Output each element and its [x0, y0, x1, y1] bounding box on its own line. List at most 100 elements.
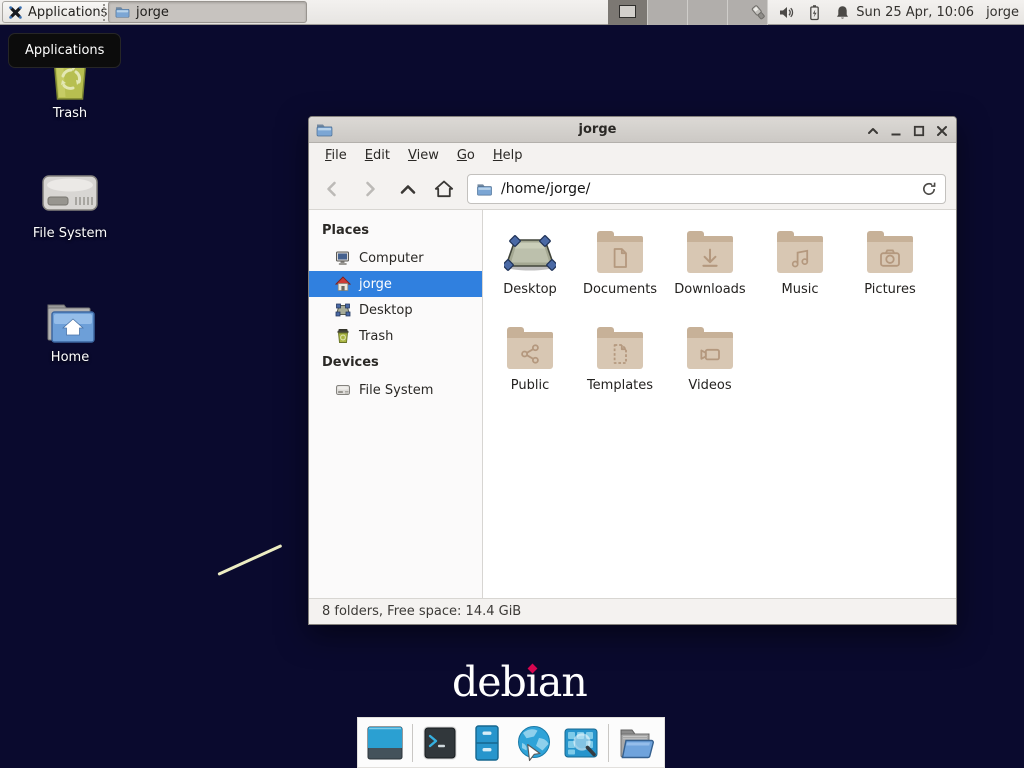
- sidebar-item-label: Trash: [359, 329, 393, 344]
- hard-disk-icon: [41, 170, 99, 216]
- minimize-button[interactable]: [889, 123, 903, 137]
- up-icon: [398, 179, 418, 199]
- menu-file[interactable]: File: [316, 143, 356, 169]
- wallpaper-scratch-line: [217, 544, 282, 576]
- dock-app-finder-icon[interactable]: [561, 723, 601, 763]
- applications-menu-icon: [8, 5, 23, 20]
- debian-logo: debıan: [452, 658, 587, 706]
- shade-button[interactable]: [866, 123, 880, 137]
- forward-button[interactable]: [355, 175, 385, 203]
- file-label: Music: [755, 282, 845, 297]
- file-downloads[interactable]: Downloads: [665, 224, 755, 320]
- up-button[interactable]: [393, 175, 423, 203]
- path-input[interactable]: /home/jorge/: [467, 174, 946, 204]
- folder-publicshare-icon: [485, 320, 575, 370]
- toolbar: /home/jorge/: [309, 169, 956, 210]
- file-pictures[interactable]: Pictures: [845, 224, 935, 320]
- volume-icon[interactable]: [778, 4, 795, 21]
- panel-clock[interactable]: Sun 25 Apr, 10:06: [856, 0, 974, 25]
- logo-text: an: [538, 658, 587, 706]
- file-grid: DesktopDocumentsDownloadsMusicPictures Pu…: [483, 210, 956, 598]
- file-label: Desktop: [485, 282, 575, 297]
- logo-text: deb: [452, 658, 526, 706]
- back-button[interactable]: [317, 175, 347, 203]
- dock: [357, 717, 665, 768]
- home-folder-icon: [44, 300, 96, 344]
- workspace-2[interactable]: [648, 0, 688, 25]
- file-label: Videos: [665, 378, 755, 393]
- window-titlebar[interactable]: jorge: [309, 117, 956, 143]
- file-documents[interactable]: Documents: [575, 224, 665, 320]
- removable-device-icon[interactable]: [750, 4, 767, 21]
- menu-help[interactable]: Help: [484, 143, 532, 169]
- file-label: Public: [485, 378, 575, 393]
- folder-music-icon: [755, 224, 845, 274]
- menu-edit[interactable]: Edit: [356, 143, 399, 169]
- sidebar-item-trash[interactable]: Trash: [309, 323, 482, 349]
- file-videos[interactable]: Videos: [665, 320, 755, 416]
- path-folder-icon: [476, 182, 493, 197]
- taskbar-window-button[interactable]: jorge: [108, 1, 307, 23]
- close-button[interactable]: [935, 123, 949, 137]
- sidebar-item-label: File System: [359, 383, 433, 398]
- home-icon: [434, 179, 454, 199]
- file-manager-window: jorge FileEditViewGoHelp /home/jorge/ Pl…: [308, 116, 957, 625]
- drive-mini-icon: [335, 382, 351, 398]
- file-public[interactable]: Public: [485, 320, 575, 416]
- folder-icon: [115, 5, 130, 19]
- file-desktop[interactable]: Desktop: [485, 224, 575, 320]
- file-label: Downloads: [665, 282, 755, 297]
- dock-file-manager-icon[interactable]: [616, 723, 656, 763]
- window-controls: [866, 117, 949, 143]
- panel-username[interactable]: jorge: [986, 0, 1019, 25]
- window-folder-icon: [316, 122, 333, 138]
- user-desktop-icon: [335, 302, 351, 318]
- sidebar-item-file-system[interactable]: File System: [309, 377, 482, 403]
- applications-button-label: Applications: [28, 5, 107, 20]
- folder-videos-icon: [665, 320, 755, 370]
- sidebar-item-desktop[interactable]: Desktop: [309, 297, 482, 323]
- desktop-icon-label: Trash: [22, 106, 118, 121]
- system-tray: [750, 0, 851, 25]
- maximize-button[interactable]: [912, 123, 926, 137]
- sidebar: Places Computer jorge Desktop Trash Devices Fi…: [309, 210, 483, 598]
- dock-file-cabinet-icon[interactable]: [467, 723, 507, 763]
- sidebar-header-devices: Devices: [309, 349, 482, 377]
- menu-view[interactable]: View: [399, 143, 448, 169]
- folder-download-icon: [665, 224, 755, 274]
- workspace-3[interactable]: [688, 0, 728, 25]
- dock-web-browser-icon[interactable]: [514, 723, 554, 763]
- dock-separator: [412, 724, 413, 762]
- dock-terminal-icon[interactable]: [420, 723, 460, 763]
- home-button[interactable]: [429, 175, 459, 203]
- file-music[interactable]: Music: [755, 224, 845, 320]
- applications-tooltip: Applications: [8, 33, 121, 68]
- workspace-switcher[interactable]: [608, 0, 768, 25]
- panel-handle[interactable]: [103, 4, 105, 21]
- sidebar-header-places: Places: [309, 217, 482, 245]
- computer-icon: [335, 250, 351, 266]
- desktop-icon-file-system[interactable]: File System: [14, 170, 126, 241]
- menu-go[interactable]: Go: [448, 143, 484, 169]
- notifications-bell-icon[interactable]: [834, 4, 851, 21]
- sidebar-item-computer[interactable]: Computer: [309, 245, 482, 271]
- statusbar: 8 folders, Free space: 14.4 GiB: [309, 598, 956, 624]
- sidebar-item-jorge[interactable]: jorge: [309, 271, 482, 297]
- file-templates[interactable]: Templates: [575, 320, 665, 416]
- reload-icon[interactable]: [921, 181, 937, 197]
- workspace-1[interactable]: [608, 0, 648, 25]
- folder-pictures-icon: [845, 224, 935, 274]
- forward-icon: [360, 179, 380, 199]
- file-label: Documents: [575, 282, 665, 297]
- desktop-icon-home[interactable]: Home: [22, 300, 118, 365]
- desktop-folder-icon: [485, 224, 575, 274]
- folder-templates-icon: [575, 320, 665, 370]
- battery-charging-icon[interactable]: [806, 4, 823, 21]
- sidebar-item-label: Desktop: [359, 303, 413, 318]
- sidebar-item-label: Computer: [359, 251, 424, 266]
- applications-button[interactable]: Applications: [2, 1, 116, 23]
- dock-separator: [608, 724, 609, 762]
- taskbar-window-label: jorge: [136, 5, 169, 20]
- top-panel: Applications jorge Sun 25 Apr, 10:06 jor…: [0, 0, 1024, 25]
- dock-show-desktop-icon[interactable]: [365, 723, 405, 763]
